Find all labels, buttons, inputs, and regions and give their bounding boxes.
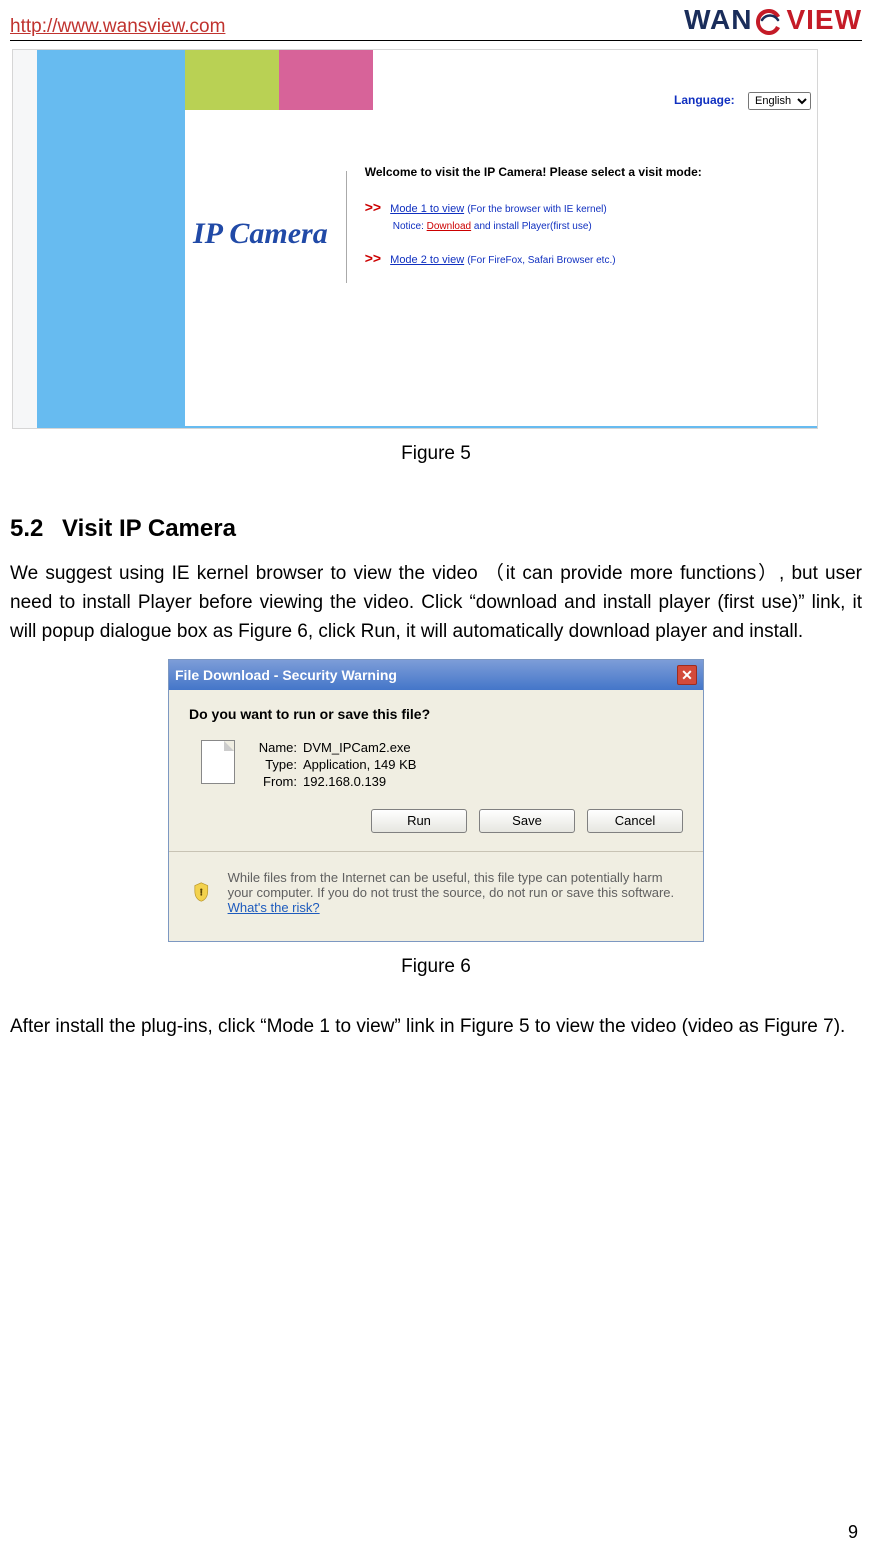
language-select[interactable]: English	[748, 92, 811, 110]
swirl-icon	[753, 6, 785, 38]
mode-list: Welcome to visit the IP Camera! Please s…	[365, 165, 702, 272]
after-paragraph: After install the plug-ins, click “Mode …	[10, 1012, 862, 1041]
download-link[interactable]: Download	[427, 221, 471, 232]
language-label: Language:	[674, 93, 735, 107]
dialog-warning: While files from the Internet can be use…	[189, 852, 683, 935]
dialog-titlebar: File Download - Security Warning ✕	[169, 660, 703, 690]
logo-text-right: VIEW	[786, 4, 862, 35]
save-button[interactable]: Save	[479, 809, 575, 833]
mode1-hint: (For the browser with IE kernel)	[467, 204, 607, 215]
figure-5-caption: Figure 5	[10, 443, 862, 465]
page-number: 9	[848, 1522, 858, 1543]
name-label: Name:	[245, 740, 303, 755]
brand-logo: WAN VIEW	[684, 4, 862, 38]
figure-5-screenshot: Language: English IP Camera Welcome to v…	[12, 49, 818, 429]
shield-warning-icon	[193, 870, 210, 914]
logo-text-left: WAN	[684, 4, 752, 35]
notice-prefix: Notice:	[393, 221, 424, 232]
section-paragraph-1: We suggest using IE kernel browser to vi…	[10, 559, 862, 647]
section-heading: 5.2 Visit IP Camera	[10, 515, 862, 543]
ipcamera-title: IP Camera	[193, 217, 328, 251]
arrow-icon: >>	[365, 250, 381, 266]
whats-the-risk-link[interactable]: What's the risk?	[228, 900, 320, 915]
blue-baseline	[185, 426, 817, 428]
close-icon[interactable]: ✕	[677, 665, 697, 685]
cancel-button[interactable]: Cancel	[587, 809, 683, 833]
page-header: http://www.wansview.com WAN VIEW	[10, 4, 862, 41]
type-value: Application, 149 KB	[303, 757, 683, 772]
bar-blue	[37, 50, 185, 428]
divider-vline	[346, 171, 347, 283]
bar-grey	[13, 50, 37, 428]
dialog-warning-text: While files from the Internet can be use…	[228, 870, 675, 900]
figure-6-dialog-wrap: File Download - Security Warning ✕ Do yo…	[168, 659, 704, 942]
header-url-link[interactable]: http://www.wansview.com	[10, 16, 225, 38]
download-dialog: File Download - Security Warning ✕ Do yo…	[168, 659, 704, 942]
download-rest: and install Player(first use)	[474, 221, 592, 232]
dialog-question: Do you want to run or save this file?	[189, 706, 683, 722]
arrow-icon: >>	[365, 199, 381, 215]
dialog-title-text: File Download - Security Warning	[175, 667, 397, 683]
section-title: Visit IP Camera	[62, 515, 236, 542]
mode2-row: >> Mode 2 to view (For FireFox, Safari B…	[365, 250, 702, 266]
welcome-text: Welcome to visit the IP Camera! Please s…	[365, 165, 702, 179]
language-row: Language: English	[674, 92, 811, 110]
name-value: DVM_IPCam2.exe	[303, 740, 683, 755]
mode2-link[interactable]: Mode 2 to view	[390, 254, 464, 266]
section-number: 5.2	[10, 515, 43, 542]
mode2-hint: (For FireFox, Safari Browser etc.)	[467, 255, 615, 266]
type-label: Type:	[245, 757, 303, 772]
figure-6-caption: Figure 6	[10, 956, 862, 978]
mode1-row: >> Mode 1 to view (For the browser with …	[365, 199, 702, 215]
mode1-link[interactable]: Mode 1 to view	[390, 203, 464, 215]
from-value: 192.168.0.139	[303, 774, 683, 789]
dialog-buttons: Run Save Cancel	[189, 809, 683, 833]
dialog-file-info: Name: DVM_IPCam2.exe Type: Application, …	[245, 740, 683, 789]
run-button[interactable]: Run	[371, 809, 467, 833]
from-label: From:	[245, 774, 303, 789]
file-icon	[201, 740, 235, 784]
notice-row: Notice: Download and install Player(firs…	[393, 221, 702, 232]
